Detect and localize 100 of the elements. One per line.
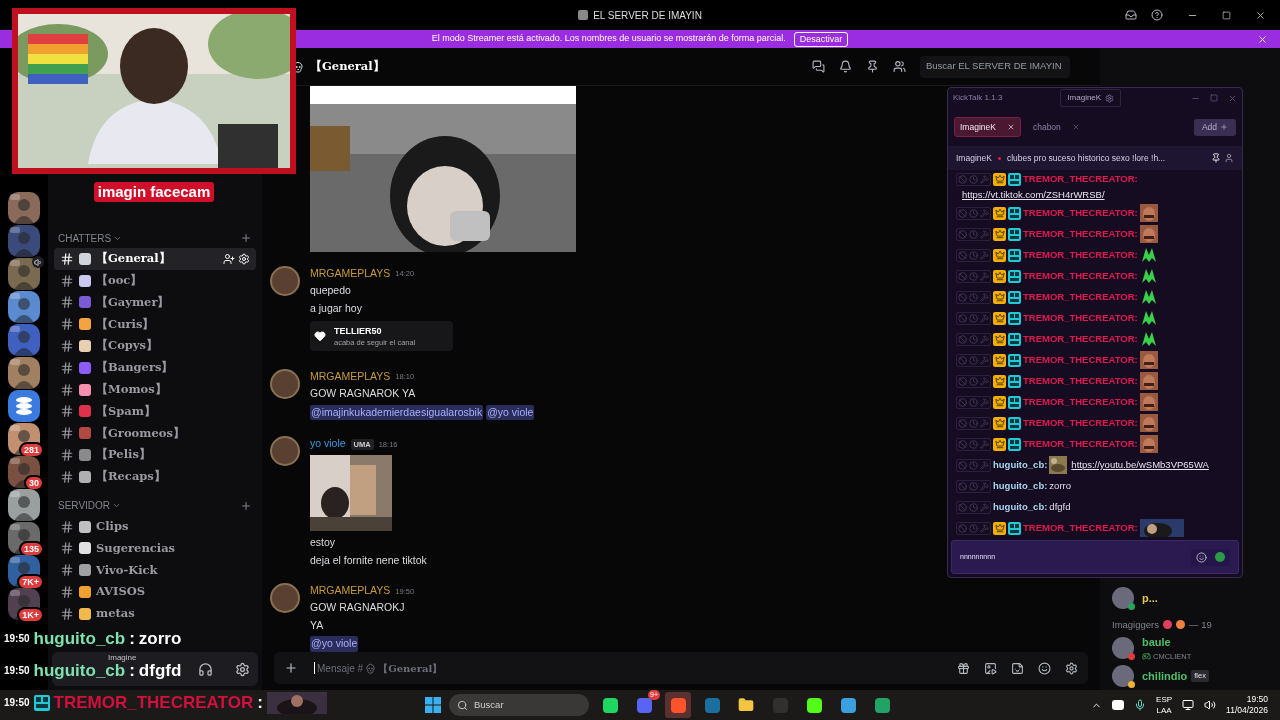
chat-username[interactable]: TREMOR_THECREATOR: <box>1023 247 1138 263</box>
hammer-icon[interactable] <box>979 501 990 513</box>
mention[interactable]: @yo viole <box>310 636 359 652</box>
timeout-icon[interactable] <box>968 312 979 324</box>
emoji-icon[interactable] <box>1038 661 1051 675</box>
chat-username[interactable]: TREMOR_THECREATOR: <box>1023 331 1138 347</box>
timeout-icon[interactable] <box>968 522 979 534</box>
timeout-icon[interactable] <box>968 291 979 303</box>
network-icon[interactable] <box>1182 699 1195 711</box>
chat-username[interactable]: TREMOR_THECREATOR: <box>1023 520 1138 536</box>
author-name[interactable]: MRGAMEPLAYS <box>310 583 391 600</box>
channel-item[interactable]: 【Recaps】 <box>54 465 256 488</box>
chat-link[interactable]: https://vt.tiktok.com/ZSH4rWRSB/ <box>962 188 1234 203</box>
channel-item[interactable]: 【Copys】 <box>54 335 256 357</box>
ban-icon[interactable] <box>957 480 968 492</box>
mention[interactable]: @imajinkukademierdaesigualarosbik <box>310 404 484 421</box>
timeout-icon[interactable] <box>968 249 979 261</box>
ban-icon[interactable] <box>957 396 968 408</box>
avatar[interactable] <box>270 266 300 296</box>
ban-icon[interactable] <box>957 375 968 387</box>
channel-item[interactable]: 【Bangers】 <box>54 357 256 379</box>
timeout-icon[interactable] <box>968 480 979 492</box>
ban-icon[interactable] <box>957 459 968 471</box>
hammer-icon[interactable] <box>979 417 990 429</box>
search-field[interactable]: Buscar <box>449 694 589 716</box>
channel-item[interactable]: Clips <box>54 515 256 538</box>
user-icon[interactable] <box>1224 153 1234 163</box>
pin-icon[interactable] <box>866 60 879 73</box>
clock-time[interactable]: 19:50 <box>1246 694 1268 705</box>
chat-link[interactable]: https://youtu.be/wSMb3VP65WA <box>1071 457 1209 473</box>
ban-icon[interactable] <box>957 417 968 429</box>
chat-username[interactable]: TREMOR_THECREATOR: <box>1023 172 1138 187</box>
invite-icon[interactable] <box>223 252 235 265</box>
channel-item[interactable]: AVISOS <box>54 581 256 603</box>
timeout-icon[interactable] <box>968 228 979 240</box>
avatar[interactable] <box>270 436 300 467</box>
ban-icon[interactable] <box>957 249 968 261</box>
channel-item[interactable]: metas <box>54 602 256 625</box>
ban-icon[interactable] <box>957 173 968 185</box>
timeout-icon[interactable] <box>968 333 979 345</box>
channel-item[interactable]: Vivo-Kick <box>54 559 256 582</box>
channel-item[interactable]: 【Groomeos】 <box>54 422 256 445</box>
chat-username[interactable]: TREMOR_THECREATOR: <box>1023 394 1138 410</box>
close-icon[interactable] <box>1255 9 1266 21</box>
ban-icon[interactable] <box>957 354 968 366</box>
settings-icon[interactable] <box>235 661 250 677</box>
chat-username[interactable]: huguito_cb: <box>993 478 1048 494</box>
help-icon[interactable] <box>1151 9 1163 21</box>
account-tab[interactable]: ImagineK <box>1060 89 1122 107</box>
chat-username[interactable]: TREMOR_THECREATOR: <box>1023 352 1138 368</box>
emoji-icon[interactable] <box>1215 552 1225 562</box>
author-name[interactable]: yo viole <box>310 436 346 453</box>
clock-date[interactable]: 11/04/2026 <box>1226 705 1268 716</box>
category-label[interactable]: CHATTERS <box>58 230 112 246</box>
avatar[interactable] <box>270 583 300 614</box>
inbox-icon[interactable] <box>1125 9 1137 21</box>
keyboard-layout[interactable]: LAA <box>1156 705 1172 716</box>
hammer-icon[interactable] <box>979 522 990 534</box>
add-channel-icon[interactable] <box>240 499 252 512</box>
channel-item[interactable]: 【Gaymer】 <box>54 291 256 314</box>
timeout-icon[interactable] <box>968 375 979 387</box>
hammer-icon[interactable] <box>979 333 990 345</box>
add-channel-icon[interactable] <box>240 232 252 244</box>
timeout-icon[interactable] <box>968 207 979 219</box>
chat-tab[interactable]: chabon <box>1026 117 1086 137</box>
close-icon[interactable] <box>1257 33 1268 45</box>
emote-picker-icon[interactable] <box>1196 551 1207 563</box>
member-item[interactable]: p... <box>1112 583 1268 612</box>
deactivate-button[interactable]: Desactivar <box>793 31 849 47</box>
ban-icon[interactable] <box>957 522 968 534</box>
windows-icon[interactable] <box>425 697 441 713</box>
chat-username[interactable]: TREMOR_THECREATOR: <box>1023 436 1138 452</box>
author-name[interactable]: MRGAMEPLAYS <box>310 266 391 282</box>
hammer-icon[interactable] <box>979 480 990 492</box>
chat-username[interactable]: TREMOR_THECREATOR: <box>1023 373 1138 389</box>
hammer-icon[interactable] <box>979 459 990 471</box>
hammer-icon[interactable] <box>979 438 990 450</box>
timeout-icon[interactable] <box>968 354 979 366</box>
hammer-icon[interactable] <box>979 291 990 303</box>
microphone-icon[interactable] <box>1134 699 1147 711</box>
channel-item[interactable]: 【Momos】 <box>54 378 256 401</box>
timeout-icon[interactable] <box>968 396 979 408</box>
ban-icon[interactable] <box>957 333 968 345</box>
timeout-icon[interactable] <box>968 501 979 513</box>
mention[interactable]: @yo viole <box>486 404 535 421</box>
search-field[interactable]: Buscar EL SERVER DE IMAYIN <box>920 55 1070 78</box>
headphones-icon[interactable] <box>198 661 213 677</box>
members-icon[interactable] <box>893 60 906 73</box>
ban-icon[interactable] <box>957 228 968 240</box>
sticker-icon[interactable] <box>1011 661 1024 675</box>
ban-icon[interactable] <box>957 438 968 450</box>
chat-username[interactable]: huguito_cb: <box>993 499 1048 515</box>
maximize-icon[interactable] <box>1210 93 1218 102</box>
timeout-icon[interactable] <box>968 417 979 429</box>
message-input[interactable]: Mensaje # 【General】 <box>274 652 1088 684</box>
attach-icon[interactable] <box>284 661 298 675</box>
volume-icon[interactable] <box>1204 699 1217 711</box>
channel-item[interactable]: Sugerencias <box>54 537 256 560</box>
close-tab-icon[interactable] <box>1006 123 1015 131</box>
hammer-icon[interactable] <box>979 249 990 261</box>
